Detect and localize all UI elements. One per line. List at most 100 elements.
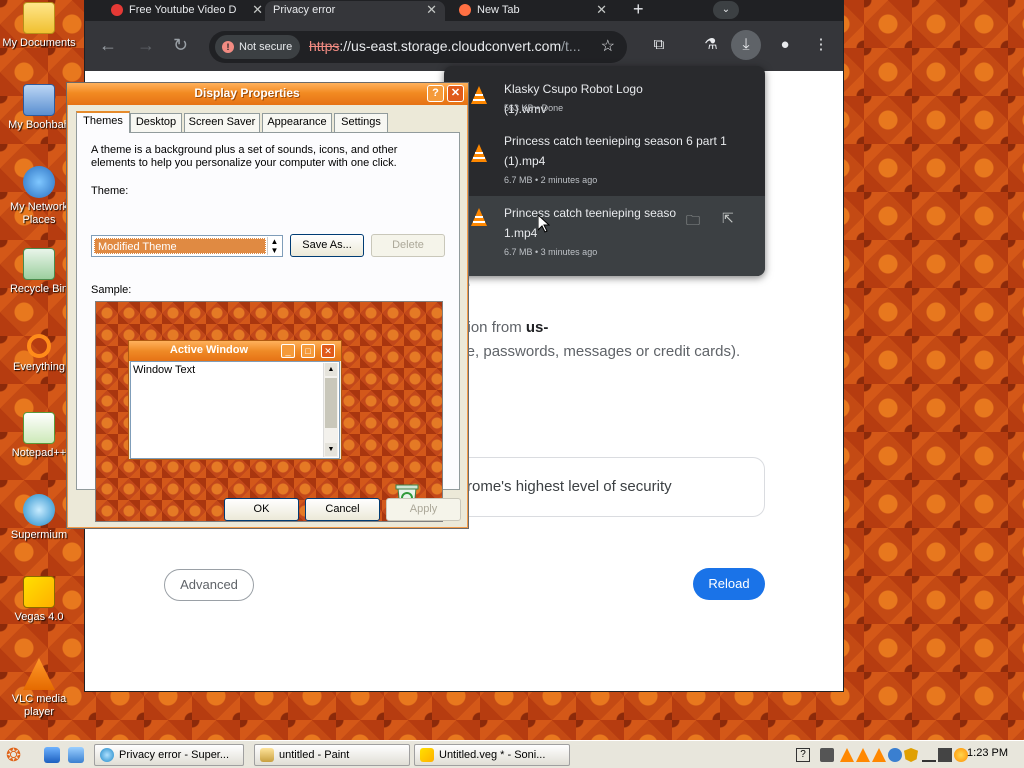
help-icon[interactable]: ? xyxy=(796,748,810,762)
vlc-cone-icon xyxy=(471,208,487,226)
theme-label: Theme: xyxy=(91,185,129,197)
advanced-button[interactable]: Advanced xyxy=(164,569,254,601)
tab-appearance[interactable]: Appearance xyxy=(262,113,332,132)
download-item[interactable]: Princess catch teenieping seaso 1.mp4 6.… xyxy=(444,196,765,276)
display-properties-dialog: Display Properties ? ✕ Themes Desktop Sc… xyxy=(66,82,469,529)
desktop-icon-vlc[interactable]: VLC media player xyxy=(0,658,78,719)
start-button[interactable]: ❂ xyxy=(6,744,26,766)
clock[interactable]: 1:23 PM xyxy=(967,747,1008,759)
reload-button[interactable]: Reload xyxy=(693,568,765,600)
computer-icon xyxy=(23,84,55,116)
labs-flask-icon[interactable]: ⚗ xyxy=(701,35,721,55)
dialog-title-bar[interactable]: Display Properties ? ✕ xyxy=(67,83,468,105)
tab-screen-saver[interactable]: Screen Saver xyxy=(184,113,260,132)
open-external-icon[interactable]: ⇱ xyxy=(722,210,734,227)
vegas-icon xyxy=(420,748,434,762)
vlc-tray-icon[interactable] xyxy=(856,748,870,762)
close-tab-icon[interactable]: ✕ xyxy=(596,1,607,19)
minimize-icon: _ xyxy=(281,344,295,358)
desktop-icon-vegas[interactable]: Vegas 4.0 xyxy=(0,576,78,624)
usb-icon[interactable] xyxy=(820,748,834,762)
ok-button[interactable]: OK xyxy=(224,498,299,521)
forward-icon[interactable]: → xyxy=(137,35,155,55)
new-tab-button[interactable]: + xyxy=(633,0,644,18)
close-button[interactable]: ✕ xyxy=(447,85,464,102)
vegas-icon xyxy=(23,576,55,608)
vlc-cone-icon xyxy=(471,86,487,104)
downloads-button[interactable]: ⤓ xyxy=(731,30,761,60)
system-tray: ? 1:23 PM xyxy=(790,744,1020,766)
volume-icon[interactable] xyxy=(938,748,952,762)
info-icon[interactable] xyxy=(888,748,902,762)
newtab-favicon-icon xyxy=(459,4,471,16)
dialog-title: Display Properties xyxy=(194,86,300,100)
desktop-icon-my-documents[interactable]: My Documents xyxy=(0,2,78,50)
warning-icon: ! xyxy=(222,41,234,53)
notepad-icon xyxy=(23,412,55,444)
task-privacy-error[interactable]: Privacy error - Super... xyxy=(94,744,244,766)
task-vegas[interactable]: Untitled.veg * - Soni... xyxy=(414,744,570,766)
browser-toolbar: ← → ↻ ! Not secure https://us-east.stora… xyxy=(85,21,843,71)
quicklaunch-ie-icon[interactable] xyxy=(68,747,84,763)
bookmark-star-icon[interactable]: ☆ xyxy=(601,36,615,56)
menu-kebab-icon[interactable]: ⋮ xyxy=(811,35,831,55)
vlc-tray-icon[interactable] xyxy=(840,748,854,762)
supermium-icon xyxy=(100,748,114,762)
url-text[interactable]: https://us-east.storage.cloudconvert.com… xyxy=(309,38,589,54)
internet-explorer-icon[interactable] xyxy=(44,747,60,763)
vlc-cone-icon xyxy=(471,144,487,162)
download-item[interactable]: Princess catch teenieping season 6 part … xyxy=(444,122,765,196)
folder-icon xyxy=(23,2,55,34)
enhanced-protection-box[interactable]: rome's highest level of security xyxy=(431,457,765,517)
show-in-folder-icon[interactable]: 🗀 xyxy=(686,210,700,234)
sample-window-title-bar: Active Window _ □ ✕ xyxy=(129,341,341,361)
taskbar: ❂ Privacy error - Super... untitled - Pa… xyxy=(0,740,1024,768)
tab-privacy-error[interactable]: Privacy error ✕ xyxy=(265,1,445,21)
sample-label: Sample: xyxy=(91,284,132,296)
everything-icon xyxy=(27,334,51,358)
scroll-up-icon: ▲ xyxy=(325,363,337,376)
scroll-down-icon: ▼ xyxy=(325,443,337,456)
vlc-tray-icon[interactable] xyxy=(872,748,886,762)
task-paint[interactable]: untitled - Paint xyxy=(254,744,410,766)
tab-free-youtube-video[interactable]: Free Youtube Video D ✕ xyxy=(105,1,271,21)
cancel-button[interactable]: Cancel xyxy=(305,498,380,521)
tab-desktop[interactable]: Desktop xyxy=(130,113,182,132)
tab-new-tab[interactable]: New Tab ✕ xyxy=(453,1,615,21)
search-tray-icon[interactable] xyxy=(954,748,968,762)
downloads-panel: Klasky Csupo Robot Logo (1).wmv 563 KB •… xyxy=(444,66,765,276)
sample-active-window: Active Window _ □ ✕ Window Text ▲ ▼ xyxy=(128,340,342,460)
profile-icon[interactable]: ● xyxy=(775,35,795,55)
tab-strip: Free Youtube Video D ✕ Privacy error ✕ N… xyxy=(85,0,843,21)
help-button[interactable]: ? xyxy=(427,85,444,102)
download-item[interactable]: Klasky Csupo Robot Logo (1).wmv 563 KB •… xyxy=(444,66,765,122)
scroll-thumb xyxy=(325,378,337,428)
mouse-cursor-icon xyxy=(538,215,550,233)
delete-button[interactable]: Delete xyxy=(371,234,445,257)
not-secure-chip[interactable]: ! Not secure xyxy=(215,35,301,59)
dropdown-arrow-icon[interactable]: ▲ ▼ xyxy=(267,237,281,255)
recycle-bin-icon xyxy=(23,248,55,280)
network-tray-icon[interactable] xyxy=(922,748,936,762)
close-icon: ✕ xyxy=(321,344,335,358)
page-body-line-2: ple, passwords, messages or credit cards… xyxy=(455,343,741,360)
supermium-icon xyxy=(23,494,55,526)
close-tab-icon[interactable]: ✕ xyxy=(252,1,263,19)
tab-search-button[interactable]: ⌄ xyxy=(713,1,739,19)
address-bar[interactable]: ! Not secure https://us-east.storage.clo… xyxy=(209,31,627,63)
save-as-button[interactable]: Save As... xyxy=(290,234,364,257)
tab-themes[interactable]: Themes xyxy=(76,111,130,133)
apply-button[interactable]: Apply xyxy=(386,498,461,521)
page-body-line-1: ation from us- xyxy=(455,319,549,336)
extensions-puzzle-icon[interactable]: ⧉ xyxy=(649,35,669,55)
vlc-icon xyxy=(23,658,55,690)
tab-settings[interactable]: Settings xyxy=(334,113,388,132)
cloudconvert-favicon-icon xyxy=(111,4,123,16)
sample-scrollbar: ▲ ▼ xyxy=(323,363,338,457)
download-icon: ⤓ xyxy=(742,36,750,53)
theme-dropdown[interactable]: Modified Theme ▲ ▼ xyxy=(91,235,283,257)
reload-icon[interactable]: ↻ xyxy=(173,35,188,55)
back-icon[interactable]: ← xyxy=(99,35,117,55)
security-shield-icon[interactable] xyxy=(904,748,918,762)
close-tab-icon[interactable]: ✕ xyxy=(426,1,437,19)
